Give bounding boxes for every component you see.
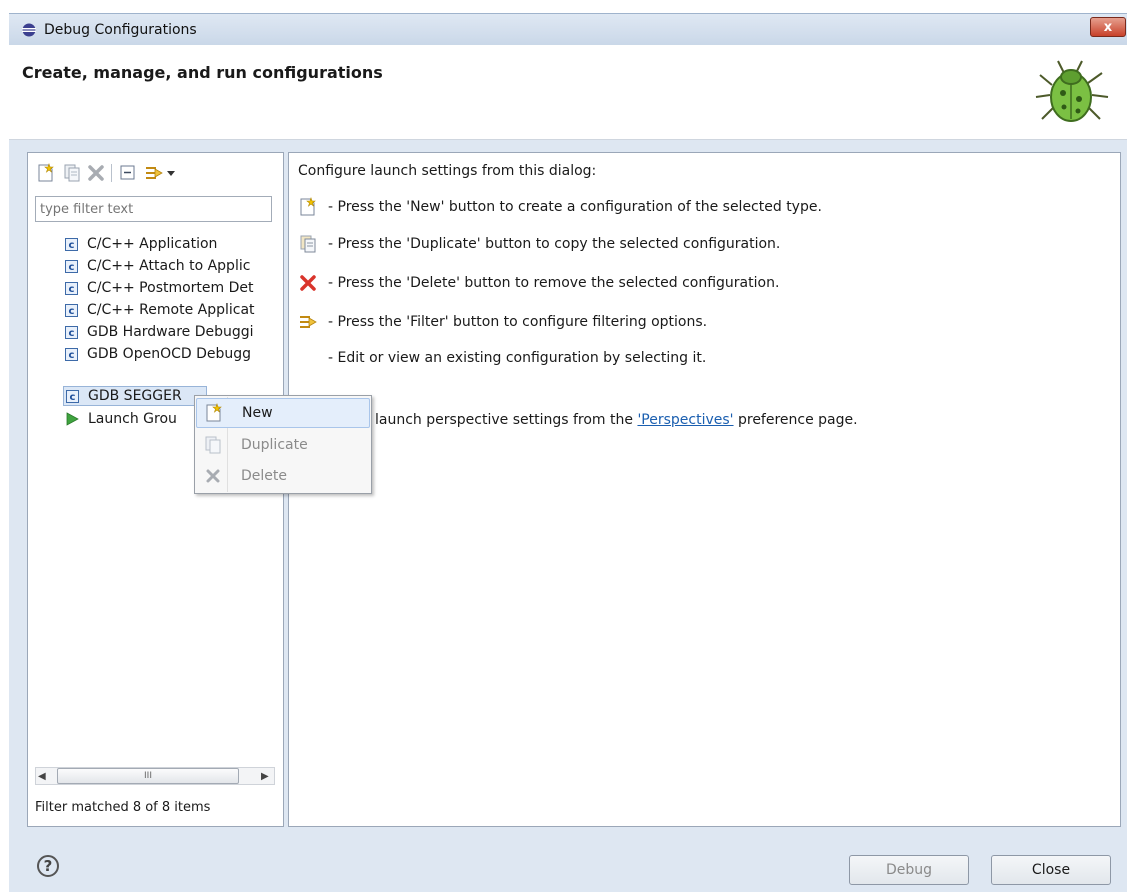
context-menu-duplicate[interactable]: Duplicate — [196, 430, 370, 460]
context-menu-label: Duplicate — [241, 437, 308, 453]
header-title: Create, manage, and run configurations — [22, 63, 383, 82]
context-menu-label: New — [242, 405, 273, 421]
toolbar-separator — [111, 164, 112, 182]
context-menu-label: Delete — [241, 468, 287, 484]
tree-item-label: Launch Grou — [88, 411, 177, 427]
tree-item-cpp-application[interactable]: c C/C++ Application — [65, 233, 280, 255]
new-config-icon[interactable] — [36, 163, 56, 183]
instruction-filter: - Press the 'Filter' button to configure… — [298, 312, 707, 332]
scroll-right-arrow-icon[interactable]: ▶ — [261, 771, 269, 782]
instruction-text: - Press the 'Duplicate' button to copy t… — [328, 236, 781, 252]
dropdown-arrow-icon[interactable] — [164, 163, 178, 183]
tree-item-gdb-segger[interactable]: c GDB SEGGER — [63, 386, 207, 406]
tree-item-gdb-hardware[interactable]: c GDB Hardware Debuggi — [65, 321, 280, 343]
c-config-icon: c — [66, 389, 79, 403]
tree-item-label: C/C++ Remote Applicat — [87, 302, 255, 318]
help-button[interactable]: ? — [37, 855, 59, 877]
duplicate-icon[interactable] — [62, 163, 82, 183]
perspectives-prefix: launch perspective settings from the — [375, 412, 633, 428]
delete-icon[interactable] — [86, 163, 106, 183]
tree-item-label: C/C++ Postmortem Det — [87, 280, 254, 296]
c-config-icon: c — [65, 237, 78, 251]
instruction-edit: - Edit or view an existing configuration… — [298, 350, 706, 366]
instruction-text: - Press the 'New' button to create a con… — [328, 199, 822, 215]
filter-status-text: Filter matched 8 of 8 items — [35, 800, 211, 815]
tree-item-label: C/C++ Application — [87, 236, 218, 252]
duplicate-icon — [300, 235, 316, 253]
filter-icon — [300, 316, 317, 328]
tree-item-label: GDB SEGGER — [88, 388, 182, 404]
horizontal-scrollbar[interactable]: ◀ III ▶ — [35, 767, 275, 785]
c-config-icon: c — [65, 281, 78, 295]
c-config-icon: c — [65, 259, 78, 273]
duplicate-icon — [205, 436, 221, 454]
tree-item-label: GDB Hardware Debuggi — [87, 324, 254, 340]
close-button[interactable]: Close — [991, 855, 1111, 885]
scroll-thumb[interactable]: III — [57, 768, 239, 784]
launch-group-icon — [66, 412, 79, 426]
instruction-text: - Press the 'Delete' button to remove th… — [328, 275, 780, 291]
tree-item-label: C/C++ Attach to Applic — [87, 258, 251, 274]
perspectives-line: launch perspective settings from the 'Pe… — [375, 412, 858, 428]
tree-item-gdb-openocd[interactable]: c GDB OpenOCD Debugg — [65, 343, 280, 365]
tree-item-cpp-remote[interactable]: c C/C++ Remote Applicat — [65, 299, 280, 321]
instruction-text: - Edit or view an existing configuration… — [328, 350, 707, 366]
filter-icon[interactable] — [144, 163, 164, 183]
window-close-button[interactable]: x — [1090, 17, 1126, 37]
delete-icon — [206, 469, 220, 483]
scroll-left-arrow-icon[interactable]: ◀ — [38, 771, 46, 782]
dialog-header — [9, 45, 1127, 140]
new-config-icon — [300, 197, 316, 216]
tree-item-cpp-attach[interactable]: c C/C++ Attach to Applic — [65, 255, 280, 277]
c-config-icon: c — [65, 325, 78, 339]
new-config-icon — [206, 403, 222, 422]
instruction-new: - Press the 'New' button to create a con… — [298, 197, 822, 217]
tree-item-cpp-postmortem[interactable]: c C/C++ Postmortem Det — [65, 277, 280, 299]
perspectives-suffix: preference page. — [737, 412, 858, 428]
instruction-text: - Press the 'Filter' button to configure… — [328, 314, 708, 330]
intro-text: Configure launch settings from this dial… — [298, 163, 597, 179]
window-title: Debug Configurations — [44, 22, 197, 38]
delete-icon — [300, 275, 316, 291]
context-menu-new[interactable]: New — [196, 398, 370, 428]
c-config-icon: c — [65, 347, 78, 361]
tree-item-label: GDB OpenOCD Debugg — [87, 346, 252, 362]
filter-input[interactable] — [35, 196, 272, 222]
context-menu-delete[interactable]: Delete — [196, 461, 370, 491]
c-config-icon: c — [65, 303, 78, 317]
debug-button[interactable]: Debug — [849, 855, 969, 885]
collapse-all-icon[interactable] — [118, 163, 138, 183]
instruction-delete: - Press the 'Delete' button to remove th… — [298, 273, 779, 293]
eclipse-app-icon — [22, 23, 36, 37]
perspectives-link[interactable]: 'Perspectives' — [637, 412, 733, 428]
instruction-duplicate: - Press the 'Duplicate' button to copy t… — [298, 234, 780, 254]
bug-icon — [1035, 60, 1109, 122]
